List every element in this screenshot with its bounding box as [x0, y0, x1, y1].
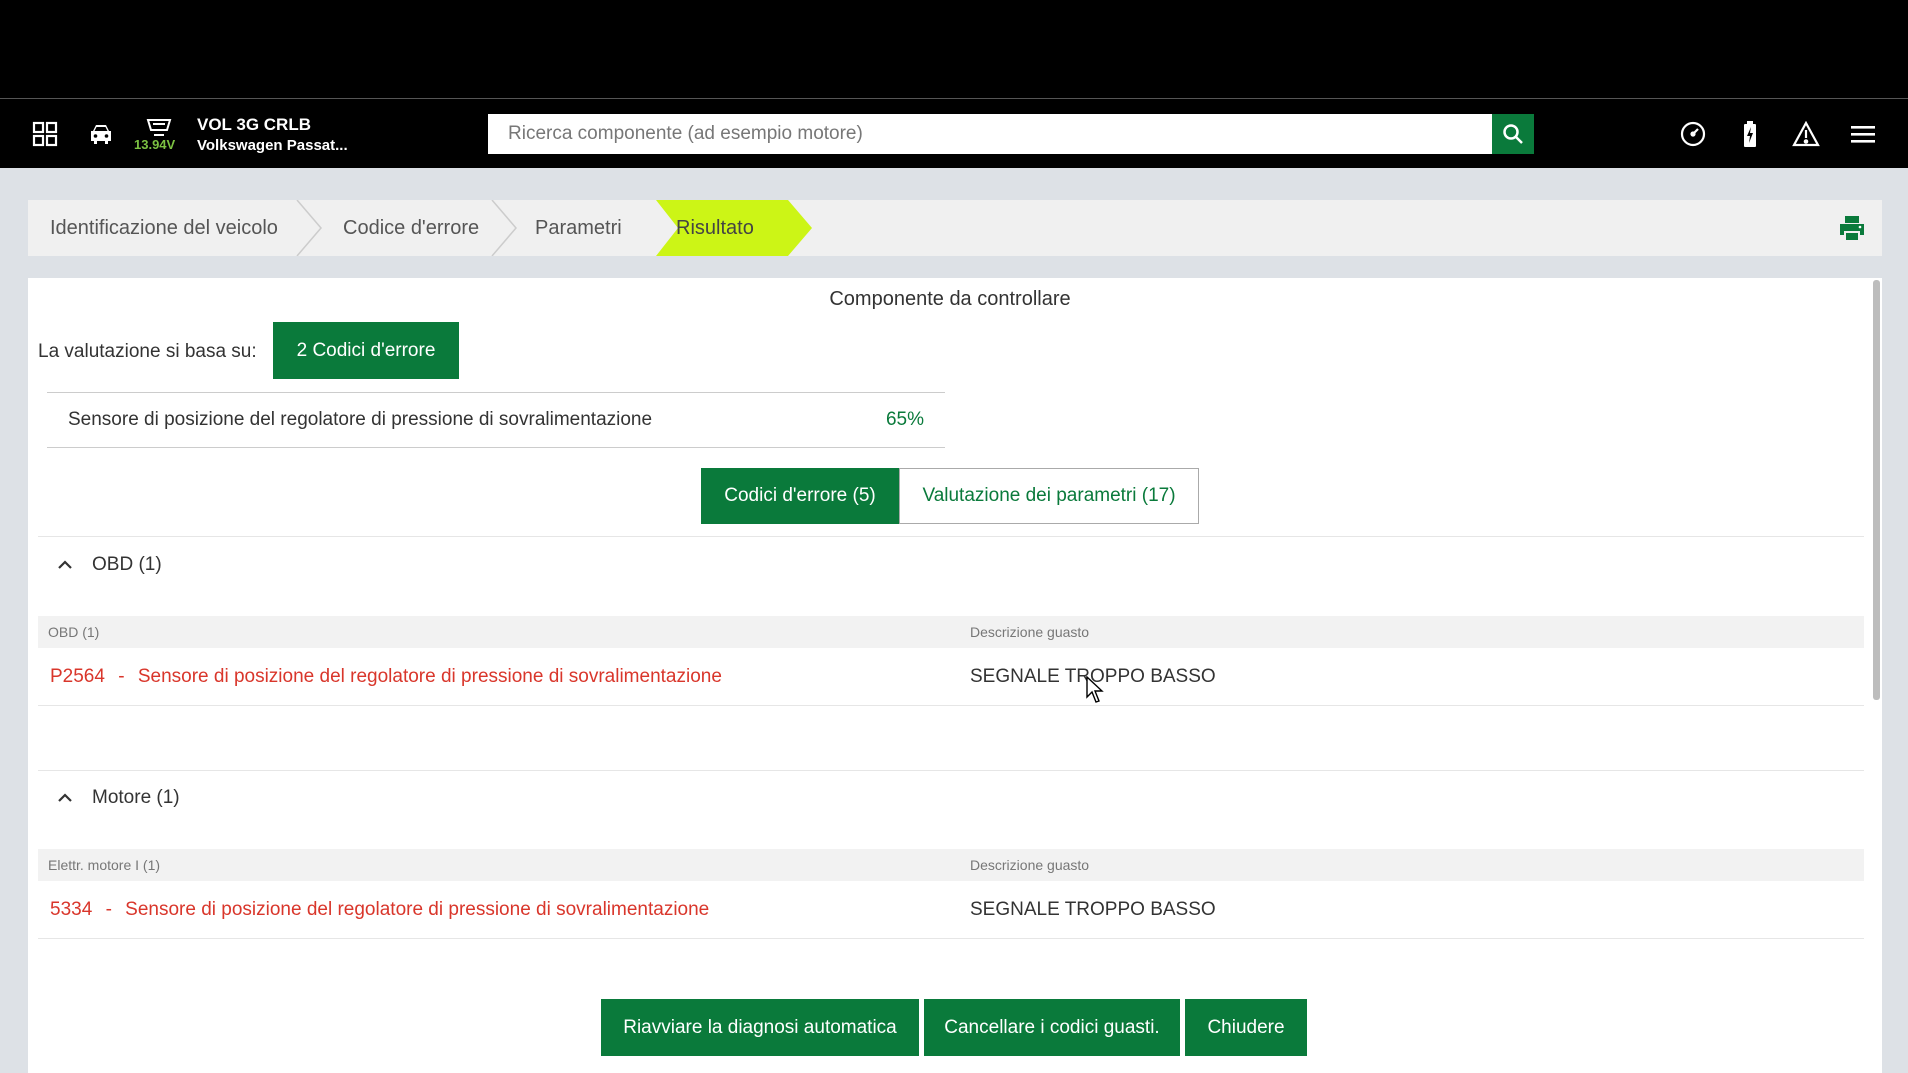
code-separator: -	[105, 899, 112, 920]
section-title: Componente da controllare	[829, 288, 1071, 310]
error-code-link[interactable]: P2564 - Sensore di posizione del regolat…	[50, 666, 722, 688]
table-row[interactable]: P2564 - Sensore di posizione del regolat…	[38, 648, 1864, 706]
hamburger-menu-icon[interactable]	[1848, 119, 1878, 149]
component-row[interactable]: Sensore di posizione del regolatore di p…	[47, 392, 945, 448]
tab-error-codes[interactable]: Codici d'errore (5)	[701, 468, 899, 524]
error-code-description: Sensore di posizione del regolatore di p…	[137, 666, 722, 687]
mouse-cursor-icon	[1086, 676, 1104, 703]
table-header: Elettr. motore I (1) Descrizione guasto	[38, 849, 1864, 881]
breadcrumb-step-vehicle-id[interactable]: Identificazione del veicolo	[50, 200, 278, 256]
component-name: Sensore di posizione del regolatore di p…	[68, 409, 653, 430]
vehicle-name: Volkswagen Passat...	[197, 137, 348, 154]
group-title: OBD (1)	[92, 554, 162, 575]
top-black-bar	[0, 0, 1908, 98]
group-title: Motore (1)	[92, 787, 180, 808]
column-header-fault-description: Descrizione guasto	[970, 857, 1090, 873]
breadcrumb-step-result[interactable]: Risultato	[676, 200, 754, 256]
wizard-breadcrumb: Identificazione del veicolo Codice d'err…	[28, 200, 1882, 256]
search-icon	[1503, 124, 1523, 144]
column-header-fault-description: Descrizione guasto	[970, 624, 1090, 640]
error-code: 5334	[50, 899, 93, 920]
error-codes-count-button[interactable]: 2 Codici d'errore	[273, 322, 459, 379]
breadcrumb-separator	[491, 200, 517, 256]
top-toolbar: 13.94V VOL 3G CRLB Volkswagen Passat...	[0, 98, 1908, 168]
chevron-up-icon	[58, 793, 72, 802]
print-button[interactable]	[1838, 214, 1866, 242]
battery-icon[interactable]	[1735, 119, 1765, 149]
divider	[38, 770, 1864, 771]
breadcrumb-step-parameters[interactable]: Parametri	[535, 200, 622, 256]
evaluation-basis-label: La valutazione si basa su:	[38, 341, 257, 362]
component-probability: 65%	[885, 409, 924, 430]
table-row[interactable]: 5334 - Sensore di posizione del regolato…	[38, 881, 1864, 939]
apps-grid-icon[interactable]	[30, 119, 60, 149]
breadcrumb-separator	[296, 200, 322, 256]
result-panel: Componente da controllare La valutazione…	[28, 278, 1882, 1073]
printer-icon	[1840, 216, 1864, 240]
divider	[38, 536, 1864, 537]
warning-icon[interactable]	[1791, 119, 1821, 149]
column-header-module: OBD (1)	[48, 624, 100, 640]
car-icon[interactable]	[86, 119, 116, 149]
group-header-engine[interactable]: Motore (1)	[56, 783, 180, 813]
group-header-obd[interactable]: OBD (1)	[56, 550, 162, 580]
component-search-input[interactable]	[488, 114, 1493, 154]
clear-fault-codes-button[interactable]: Cancellare i codici guasti.	[924, 999, 1180, 1056]
table-header: OBD (1) Descrizione guasto	[38, 616, 1864, 648]
scrollbar-thumb[interactable]	[1873, 280, 1880, 700]
error-code-description: Sensore di posizione del regolatore di p…	[125, 899, 710, 920]
tab-parameter-evaluation[interactable]: Valutazione dei parametri (17)	[899, 468, 1199, 524]
battery-voltage: 13.94V	[134, 137, 176, 152]
code-separator: -	[118, 666, 125, 687]
chevron-up-icon	[58, 560, 72, 569]
column-header-module: Elettr. motore I (1)	[48, 857, 161, 873]
vehicle-code: VOL 3G CRLB	[197, 115, 311, 134]
close-button[interactable]: Chiudere	[1185, 999, 1307, 1056]
error-code-link[interactable]: 5334 - Sensore di posizione del regolato…	[50, 899, 709, 921]
breadcrumb-step-error-code[interactable]: Codice d'errore	[343, 200, 479, 256]
error-code: P2564	[50, 666, 105, 687]
restart-diagnosis-button[interactable]: Riavviare la diagnosi automatica	[601, 999, 919, 1056]
fault-description: SEGNALE TROPPO BASSO	[970, 899, 1216, 920]
search-button[interactable]	[1492, 114, 1534, 154]
speedometer-icon[interactable]	[1678, 119, 1708, 149]
